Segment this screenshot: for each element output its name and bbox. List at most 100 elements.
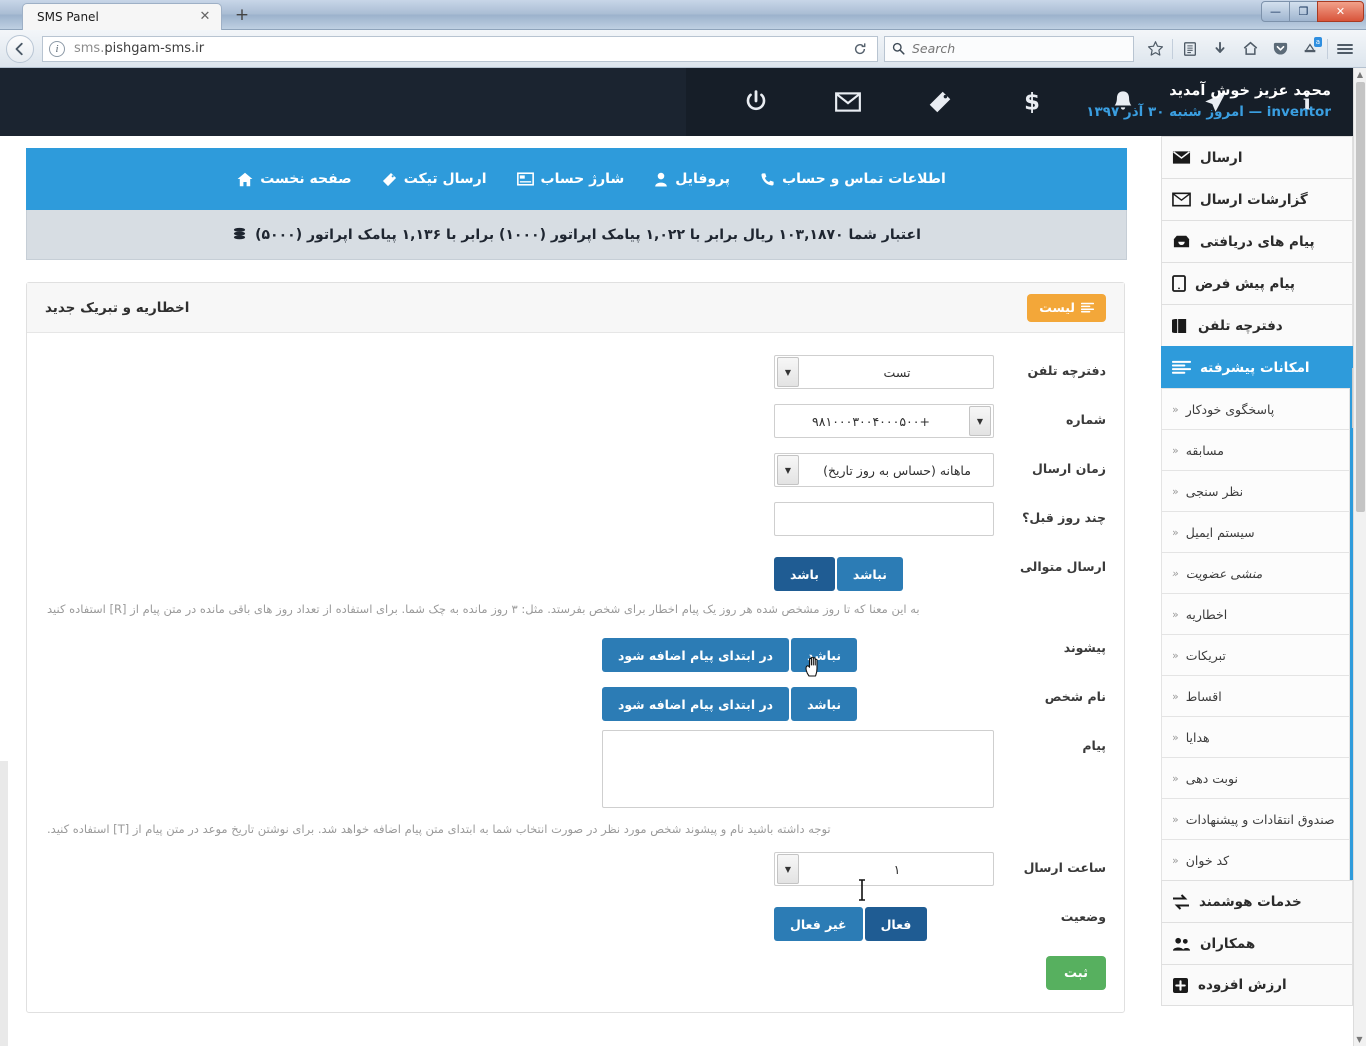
sidebar-item-label: همکاران xyxy=(1200,935,1256,952)
sidebar-item-label: امکانات پیشرفته xyxy=(1200,359,1310,376)
window-minimize-button[interactable]: — xyxy=(1261,1,1290,22)
home-icon[interactable] xyxy=(1235,35,1265,63)
nav-label: اطلاعات تماس و حساب xyxy=(782,171,946,187)
label-send-time: زمان ارسال xyxy=(1032,461,1106,476)
sidebar-subitem-monshi-ozviat[interactable]: منشی عضویت « xyxy=(1161,552,1350,593)
nav-charge-account[interactable]: شارژ حساب xyxy=(516,171,625,187)
sidebar-subitem-tabrikat[interactable]: تبریکات « xyxy=(1161,634,1350,675)
download-icon[interactable] xyxy=(1205,35,1235,63)
sidebar-subitem-sandogh[interactable]: صندوق انتقادات و پیشنهادات « xyxy=(1161,798,1350,839)
sidebar-subitem-email[interactable]: سیستم ایمیل « xyxy=(1161,511,1350,552)
sidebar-subitem-ekhtariye[interactable]: اخطاریه « xyxy=(1161,593,1350,634)
nav-label: شارژ حساب xyxy=(540,171,625,187)
new-tab-button[interactable]: + xyxy=(230,5,254,27)
sidebar-item-ersal[interactable]: ارسال xyxy=(1161,136,1353,178)
scroll-up-arrow-icon[interactable]: ▲ xyxy=(1354,68,1366,81)
person-name-option-none[interactable]: نباشد xyxy=(791,687,858,721)
chevron-icon: « xyxy=(1172,648,1179,662)
url-bar[interactable]: i sms.pishgam-sms.ir xyxy=(42,35,878,62)
field-row-send-hour: ساعت ارسال ▼ ۱ xyxy=(45,844,1106,893)
sidebar-subitem-mosabeghe[interactable]: مسابقه « xyxy=(1161,429,1350,470)
dollar-icon[interactable]: $ xyxy=(986,68,1078,136)
sidebar-item-emkanat-pishrafte[interactable]: امکانات پیشرفته xyxy=(1161,346,1353,388)
window-title-bar: SMS Panel ✕ + — ❐ ✕ xyxy=(0,0,1366,30)
sidebar-subitem-hedaya[interactable]: هدایا « xyxy=(1161,716,1350,757)
sidebar-item-arzesh-afzoode[interactable]: ارزش افزوده xyxy=(1161,964,1353,1006)
chevron-icon: « xyxy=(1172,443,1179,457)
list-button[interactable]: لیست xyxy=(1027,293,1106,322)
status-option-inactive[interactable]: غیر فعال xyxy=(774,907,863,941)
sidebar-subitem-aghsat[interactable]: اقساط « xyxy=(1161,675,1350,716)
sidebar-submenu: پاسخگوی خودکار « مسابقه « نظر سنجی « سیس… xyxy=(1161,388,1353,880)
sidebar-subitem-label: اقساط xyxy=(1185,688,1222,704)
control-days-before xyxy=(774,494,994,536)
back-button[interactable] xyxy=(6,34,34,63)
sidebar-subitem-label: تبریکات xyxy=(1185,647,1226,663)
nav-contact-info[interactable]: اطلاعات تماس و حساب xyxy=(760,171,946,187)
chevron-down-icon: ▼ xyxy=(777,455,799,485)
sidebar-subitem-label: منشی عضویت xyxy=(1185,565,1263,581)
consecutive-option-no[interactable]: نباشد xyxy=(836,557,903,591)
window-maximize-button[interactable]: ❐ xyxy=(1289,1,1318,22)
chevron-down-icon: ▼ xyxy=(969,406,991,436)
addon-icon[interactable]: a xyxy=(1295,35,1325,63)
sidebar-item-daryafti[interactable]: پیام های دریافتی xyxy=(1161,220,1353,262)
browser-navigation-bar: i sms.pishgam-sms.ir Search a xyxy=(0,30,1366,68)
bookmark-star-icon[interactable] xyxy=(1140,35,1170,63)
page-scrollbar[interactable]: ▲ ▼ xyxy=(1353,68,1366,1046)
sidebar-item-pishfarz[interactable]: پیام پیش فرض xyxy=(1161,262,1353,304)
label-status: وضعیت xyxy=(1060,909,1106,924)
envelope-icon[interactable] xyxy=(802,68,894,136)
sidebar-subitem-codkhan[interactable]: کد خوان « xyxy=(1161,839,1350,880)
chevron-icon: « xyxy=(1172,525,1179,539)
power-icon[interactable] xyxy=(710,68,802,136)
phonebook-select[interactable]: ▼ تست xyxy=(774,355,994,389)
sidebar-item-khadamat-hooshmand[interactable]: خدمات هوشمند xyxy=(1161,880,1353,922)
chevron-icon: « xyxy=(1172,771,1179,785)
tab-close-icon[interactable]: ✕ xyxy=(197,9,213,25)
person-name-option-add[interactable]: در ابتدای پیام اضافه شود xyxy=(602,687,790,721)
browser-search-box[interactable]: Search xyxy=(884,35,1134,62)
pocket-icon[interactable] xyxy=(1265,35,1295,63)
browser-tab[interactable]: SMS Panel ✕ xyxy=(22,3,222,30)
chevron-icon: « xyxy=(1172,689,1179,703)
window-controls: — ❐ ✕ xyxy=(1261,1,1364,23)
scrollbar-thumb[interactable] xyxy=(1356,82,1365,512)
hamburger-menu-icon[interactable] xyxy=(1330,35,1360,63)
field-row-status: وضعیت غیر فعال فعال xyxy=(45,893,1106,942)
status-option-active[interactable]: فعال xyxy=(864,907,928,941)
site-info-icon[interactable]: i xyxy=(49,40,65,57)
prefix-option-add[interactable]: در ابتدای پیام اضافه شود xyxy=(602,638,790,672)
sidebar-subitem-nazarsanji[interactable]: نظر سنجی « xyxy=(1161,470,1350,511)
nav-profile[interactable]: پروفایل xyxy=(654,171,730,187)
send-hour-select[interactable]: ▼ ۱ xyxy=(774,852,994,886)
sidebar-subitem-pasokhgoo[interactable]: پاسخگوی خودکار « xyxy=(1161,388,1350,429)
field-row-prefix: پیشوند در ابتدای پیام اضافه شود نباشد xyxy=(45,624,1106,673)
message-textarea[interactable] xyxy=(602,730,994,808)
window-close-button[interactable]: ✕ xyxy=(1317,1,1364,22)
toolbar-divider xyxy=(1172,38,1173,59)
consecutive-option-yes[interactable]: باشد xyxy=(774,557,835,591)
control-send-time: ▼ ماهانه (حساس به روز تاریخ) xyxy=(774,445,994,487)
sidebar-item-label: گزارشات ارسال xyxy=(1200,191,1308,208)
library-icon[interactable] xyxy=(1175,35,1205,63)
sidebar-item-gozareshat[interactable]: گزارشات ارسال xyxy=(1161,178,1353,220)
scroll-down-arrow-icon[interactable]: ▼ xyxy=(1353,1033,1366,1046)
ticket-icon[interactable] xyxy=(894,68,986,136)
sidebar-subitem-nobatdehi[interactable]: نوبت دهی « xyxy=(1161,757,1350,798)
nav-send-ticket[interactable]: ارسال تیکت xyxy=(382,171,487,187)
welcome-user-line: محمد عزیز خوش آمدید xyxy=(1169,83,1331,99)
sidebar-item-label: ارزش افزوده xyxy=(1198,977,1287,993)
chevron-down-icon: ▼ xyxy=(777,357,799,387)
sidebar-item-daftarche[interactable]: دفترچه تلفن xyxy=(1161,304,1353,346)
phone-icon xyxy=(761,172,774,186)
reload-icon[interactable] xyxy=(849,38,871,60)
days-before-input[interactable] xyxy=(774,502,994,536)
chevron-icon: « xyxy=(1172,853,1179,867)
nav-home[interactable]: صفحه نخست xyxy=(237,171,352,187)
submit-button[interactable]: ثبت xyxy=(1046,956,1106,990)
sidebar-item-hamkaran[interactable]: همکاران xyxy=(1161,922,1353,964)
send-time-select[interactable]: ▼ ماهانه (حساس به روز تاریخ) xyxy=(774,453,994,487)
number-select[interactable]: ▼ +۹۸۱۰۰۰۳۰۰۴۰۰۰۵۰۰ xyxy=(774,404,994,438)
prefix-option-none[interactable]: نباشد xyxy=(791,638,858,672)
